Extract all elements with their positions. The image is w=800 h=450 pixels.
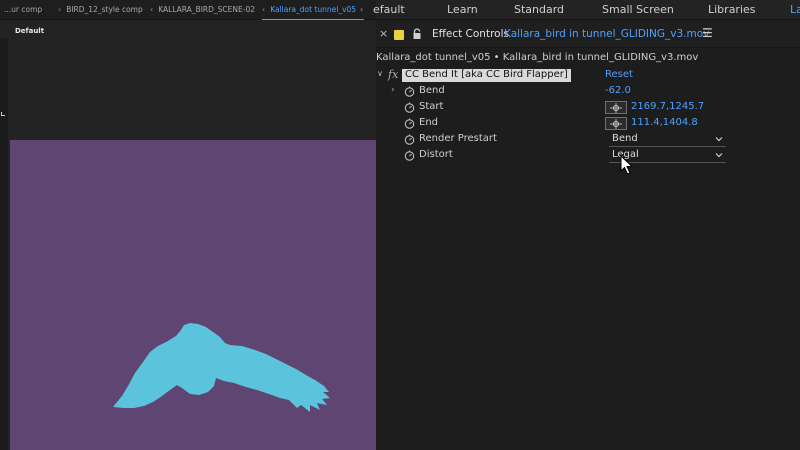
tab-separator-icon: ‹	[150, 5, 154, 14]
stopwatch-icon[interactable]	[404, 134, 415, 145]
comp-tab-2-label: KALLARA_BIRD_SCENE-02	[158, 5, 255, 14]
end-label: End	[419, 117, 439, 128]
comp-tab-1[interactable]: ‹ BIRD_12_style comp	[58, 0, 143, 20]
start-value[interactable]: 2169.7,1245.7	[631, 101, 704, 112]
property-row-bend: › Bend -62.0	[376, 84, 800, 100]
property-row-end: End 111.4,1404.8	[376, 116, 800, 132]
bend-label: Bend	[419, 85, 445, 96]
label-color-swatch[interactable]	[394, 30, 404, 40]
render-prestart-dropdown[interactable]: Bend	[609, 132, 726, 147]
stopwatch-icon[interactable]	[404, 150, 415, 161]
composition-canvas[interactable]	[10, 140, 376, 450]
workspace-standard[interactable]: Standard	[514, 0, 564, 20]
point-control-button[interactable]	[605, 101, 627, 114]
workspace-default[interactable]: efault	[373, 0, 405, 20]
point-control-button[interactable]	[605, 117, 627, 130]
effect-name[interactable]: CC Bend It [aka CC Bird Flapper]	[402, 69, 571, 82]
comp-tab-2[interactable]: ‹ KALLARA_BIRD_SCENE-02	[150, 0, 255, 20]
layer-selector[interactable]: Kallara_bird in tunnel_GLIDING_v3.mov	[504, 28, 709, 40]
panel-menu-icon[interactable]: ☰	[702, 26, 713, 40]
tab-overflow-icon[interactable]: ‹	[360, 0, 363, 20]
chevron-right-icon[interactable]: ›	[391, 85, 395, 95]
tab-separator-icon: ‹	[262, 5, 266, 14]
viewer-left-gutter	[0, 38, 8, 450]
workspace-small-screen[interactable]: Small Screen	[602, 0, 674, 20]
property-row-start: Start 2169.7,1245.7	[376, 100, 800, 116]
panel-title: Effect Controls	[432, 28, 509, 40]
stopwatch-icon[interactable]	[404, 86, 415, 97]
comp-tab-3-label: Kallara_dot tunnel_v05	[270, 5, 357, 14]
stopwatch-icon[interactable]	[404, 102, 415, 113]
lock-icon[interactable]	[412, 28, 422, 40]
close-panel-icon[interactable]: ×	[379, 27, 388, 40]
crosshair-icon	[610, 119, 622, 129]
start-label: Start	[419, 101, 444, 112]
fx-toggle-icon[interactable]: fx	[388, 68, 398, 81]
chevron-down-icon[interactable]: ∨	[377, 69, 383, 78]
chevron-down-icon	[715, 153, 723, 158]
stopwatch-icon[interactable]	[404, 118, 415, 129]
composition-tab-bar: ...ur comp ‹ BIRD_12_style comp ‹ KALLARA_…	[0, 0, 376, 20]
viewer-label: Default	[15, 27, 45, 35]
gutter-marker-icon	[1, 112, 5, 116]
tab-separator-icon: ‹	[58, 5, 62, 14]
composition-viewer: ...ur comp ‹ BIRD_12_style comp ‹ KALLARA_…	[0, 0, 376, 450]
distort-label: Distort	[419, 149, 453, 160]
comp-tab-1-label: BIRD_12_style comp	[66, 5, 143, 14]
effect-controls-header: × Effect Controls Kallara_bird in tunnel…	[376, 22, 800, 48]
effect-header-row[interactable]: ∨ fx CC Bend It [aka CC Bird Flapper] Re…	[376, 68, 800, 83]
workspace-learn[interactable]: Learn	[447, 0, 478, 20]
reset-button[interactable]: Reset	[605, 69, 633, 80]
chevron-down-icon	[715, 137, 723, 142]
effect-controls-body: Kallara_dot tunnel_v05 • Kallara_bird in…	[376, 48, 800, 450]
bird-silhouette	[113, 323, 330, 412]
render-prestart-label: Render Prestart	[419, 133, 497, 144]
crosshair-icon	[610, 103, 622, 113]
end-value[interactable]: 111.4,1404.8	[631, 117, 698, 128]
breadcrumb: Kallara_dot tunnel_v05 • Kallara_bird in…	[376, 52, 699, 63]
property-row-distort: Distort Legal	[376, 148, 800, 164]
mouse-cursor-icon	[620, 155, 634, 175]
property-row-render-prestart: Render Prestart Bend	[376, 132, 800, 148]
comp-tab-0-label: ...ur comp	[4, 5, 43, 14]
comp-tab-0[interactable]: ...ur comp	[4, 0, 42, 20]
workspace-layers[interactable]: La	[790, 0, 800, 20]
render-prestart-value: Bend	[612, 133, 638, 144]
workspace-libraries[interactable]: Libraries	[708, 0, 756, 20]
workspace-bar: efault Learn Standard Small Screen Libra…	[373, 0, 800, 20]
bend-value[interactable]: -62.0	[605, 85, 631, 96]
comp-tab-3[interactable]: ‹ Kallara_dot tunnel_v05	[262, 0, 365, 20]
